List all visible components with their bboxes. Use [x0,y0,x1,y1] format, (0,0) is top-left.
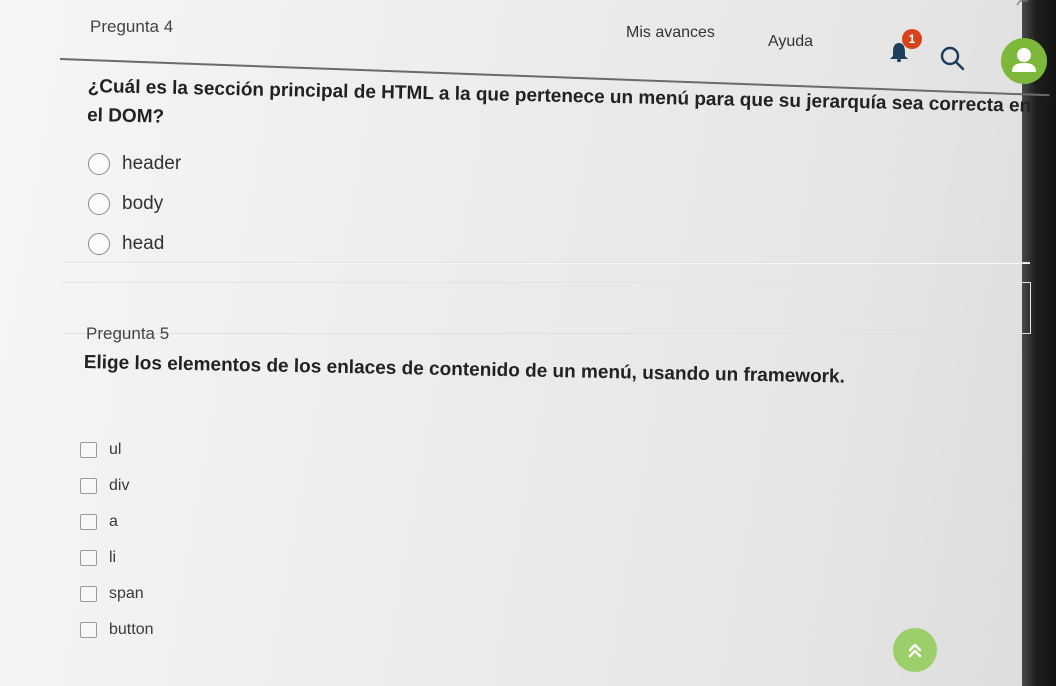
radio-label: body [122,193,164,214]
checkbox[interactable] [80,622,97,638]
radio-option-head[interactable]: head [88,224,181,264]
radio-button[interactable] [88,153,110,175]
radio-label: header [122,153,182,174]
checkbox[interactable] [80,442,97,458]
checkbox-label: span [109,585,144,602]
checkbox-label: li [109,549,117,566]
checkbox-label: div [109,477,130,494]
radio-option-body[interactable]: body [88,184,181,224]
checkbox[interactable] [80,478,97,494]
search-icon[interactable] [938,44,966,72]
checkbox-option-ul[interactable]: ul [80,432,153,468]
radio-button[interactable] [88,233,110,255]
user-avatar[interactable] [1001,38,1047,84]
radio-label: head [122,233,165,254]
question-4-options: header body head [88,144,181,264]
question-divider [62,262,1030,263]
checkbox[interactable] [80,514,97,530]
checkbox-label: a [109,513,118,530]
checkbox-option-a[interactable]: a [80,504,153,540]
checkbox[interactable] [80,586,97,602]
checkbox-option-div[interactable]: div [80,468,153,504]
question-5-text: Elige los elementos de los enlaces de co… [83,352,846,388]
double-chevron-up-icon [908,643,922,658]
checkbox-option-button[interactable]: button [80,612,153,648]
checkbox-option-li[interactable]: li [80,540,153,576]
checkbox-label: ul [109,441,122,458]
question-4-label: Pregunta 4 [90,17,174,36]
user-icon [1012,48,1036,72]
nav-help[interactable]: Ayuda [768,33,813,51]
radio-button[interactable] [88,193,110,215]
question-5-label: Pregunta 5 [86,324,170,343]
scroll-to-top-button[interactable] [893,628,937,672]
checkbox-option-span[interactable]: span [80,576,153,612]
checkbox[interactable] [80,550,97,566]
question-card-edge [62,282,1031,334]
radio-option-header[interactable]: header [88,144,181,184]
checkbox-label: button [109,621,154,638]
question-5-options: ul div a li span button [80,432,153,648]
notification-badge: 1 [902,29,922,49]
window-control-icon [1016,0,1028,6]
nav-my-progress[interactable]: Mis avances [626,24,715,42]
